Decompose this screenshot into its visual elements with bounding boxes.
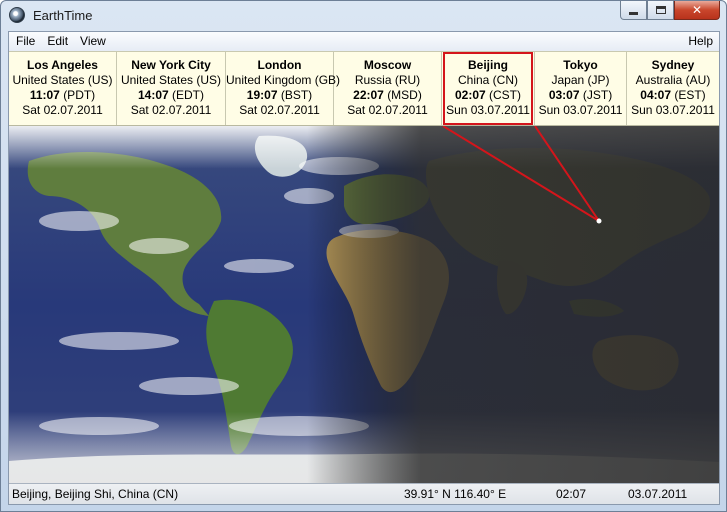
city-time: 11:07 bbox=[29, 88, 60, 102]
city-zone: (JST) bbox=[582, 88, 613, 102]
city-date: Sun 03.07.2011 bbox=[538, 103, 623, 117]
city-country: United States (US) bbox=[120, 73, 222, 87]
city-name: Los Angeles bbox=[27, 58, 98, 72]
client-area: File Edit View Help Los Angeles United S… bbox=[8, 31, 720, 505]
status-bar: Beijing, Beijing Shi, China (CN) 39.91° … bbox=[9, 483, 719, 504]
close-icon: ✕ bbox=[691, 3, 703, 17]
status-date: 03.07.2011 bbox=[628, 487, 688, 501]
menu-edit[interactable]: Edit bbox=[41, 32, 74, 51]
city-date: Sat 02.07.2011 bbox=[22, 103, 103, 117]
menu-view[interactable]: View bbox=[74, 32, 112, 51]
maximize-icon bbox=[655, 6, 666, 14]
city-zone: (BST) bbox=[280, 88, 313, 102]
city-panel-moscow[interactable]: Moscow Russia (RU) 22:07 (MSD) Sat 02.07… bbox=[334, 52, 442, 125]
city-panel-london[interactable]: London United Kingdom (GB) 19:07 (BST) S… bbox=[226, 52, 341, 125]
night-shade bbox=[9, 126, 719, 483]
city-date: Sun 03.07.2011 bbox=[631, 103, 715, 117]
world-map-graphic bbox=[9, 126, 719, 483]
menu-bar: File Edit View Help bbox=[9, 32, 719, 51]
city-time-row: 14:07 (EDT) bbox=[117, 88, 225, 103]
city-time-row: 22:07 (MSD) bbox=[334, 88, 441, 103]
city-country: United States (US) bbox=[12, 73, 113, 87]
city-panel-tokyo[interactable]: Tokyo Japan (JP) 03:07 (JST) Sun 03.07.2… bbox=[535, 52, 627, 125]
city-strip: Los Angeles United States (US) 11:07 (PD… bbox=[9, 51, 719, 126]
city-panel-new-york-city[interactable]: New York City United States (US) 14:07 (… bbox=[117, 52, 226, 125]
city-name: Tokyo bbox=[563, 58, 598, 72]
city-panel-beijing[interactable]: Beijing China (CN) 02:07 (CST) Sun 03.07… bbox=[442, 52, 535, 125]
city-time-row: 11:07 (PDT) bbox=[9, 88, 116, 103]
menu-help[interactable]: Help bbox=[688, 32, 713, 51]
city-name: New York City bbox=[131, 58, 211, 72]
city-time: 04:07 bbox=[640, 88, 671, 102]
status-location: Beijing, Beijing Shi, China (CN) bbox=[12, 487, 179, 501]
minimize-button[interactable] bbox=[620, 1, 647, 20]
globe-icon[interactable] bbox=[9, 7, 25, 23]
window-controls: ✕ bbox=[620, 1, 720, 21]
city-panel-los-angeles[interactable]: Los Angeles United States (US) 11:07 (PD… bbox=[9, 52, 117, 125]
menu-file[interactable]: File bbox=[9, 32, 41, 51]
city-date: Sat 02.07.2011 bbox=[130, 103, 212, 117]
city-country: Japan (JP) bbox=[551, 73, 610, 87]
city-time: 03:07 bbox=[548, 88, 580, 102]
city-time: 19:07 bbox=[246, 88, 278, 102]
city-time-row: 19:07 (BST) bbox=[226, 88, 333, 103]
city-country: United Kingdom (GB) bbox=[226, 73, 341, 87]
title-bar[interactable]: EarthTime ✕ bbox=[1, 1, 726, 31]
selection-highlight bbox=[443, 52, 533, 125]
world-map[interactable] bbox=[9, 126, 719, 483]
beijing-marker bbox=[596, 218, 602, 224]
status-coordinates: 39.91° N 116.40° E bbox=[404, 487, 507, 501]
window-title: EarthTime bbox=[33, 8, 93, 23]
city-time: 22:07 bbox=[353, 88, 384, 102]
city-date: Sat 02.07.2011 bbox=[347, 103, 428, 117]
city-name: Sydney bbox=[651, 58, 695, 72]
close-button[interactable]: ✕ bbox=[674, 1, 720, 20]
city-time: 14:07 bbox=[137, 88, 169, 102]
city-country: Russia (RU) bbox=[354, 73, 421, 87]
city-zone: (EST) bbox=[674, 88, 706, 102]
maximize-button[interactable] bbox=[647, 1, 674, 20]
minimize-icon bbox=[629, 11, 638, 15]
city-zone: (MSD) bbox=[387, 88, 422, 102]
city-panel-sydney[interactable]: Sydney Australia (AU) 04:07 (EST) Sun 03… bbox=[627, 52, 719, 125]
city-time-row: 03:07 (JST) bbox=[535, 88, 626, 103]
app-window: EarthTime ✕ File Edit View Help Los Ange… bbox=[0, 0, 727, 512]
city-country: Australia (AU) bbox=[635, 73, 711, 87]
city-zone: (EDT) bbox=[172, 88, 205, 102]
city-name: Moscow bbox=[363, 58, 412, 72]
status-time: 02:07 bbox=[556, 487, 587, 501]
city-zone: (PDT) bbox=[63, 88, 96, 102]
city-name: London bbox=[257, 58, 302, 72]
city-time-row: 04:07 (EST) bbox=[627, 88, 719, 103]
city-date: Sat 02.07.2011 bbox=[239, 103, 320, 117]
